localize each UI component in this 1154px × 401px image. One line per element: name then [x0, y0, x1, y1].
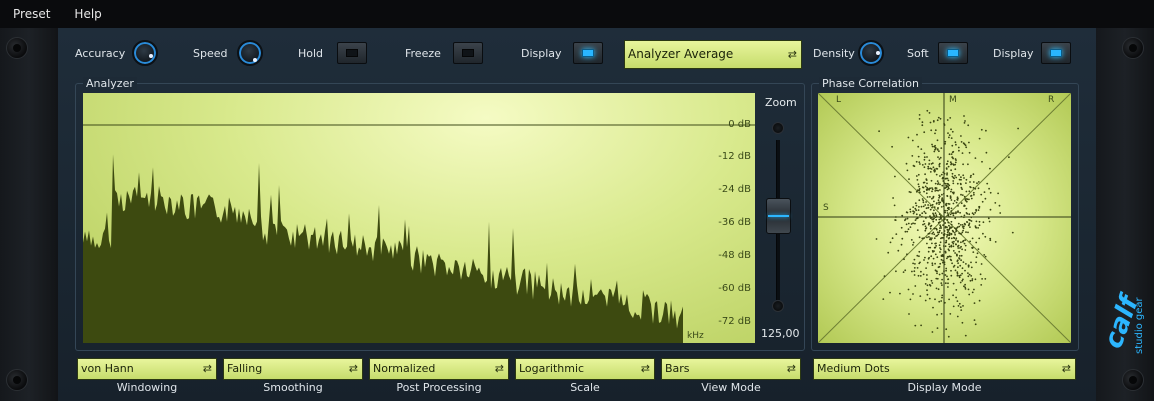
- windowing-value: von Hann: [81, 362, 134, 375]
- scale-select[interactable]: Logarithmic ⇄: [515, 358, 655, 380]
- phase-scope-graph: [818, 93, 1071, 343]
- phase-label-m: M: [949, 95, 957, 105]
- phase-display-toggle-button[interactable]: [1041, 42, 1071, 64]
- zoom-bottom-cap: [772, 300, 784, 312]
- hold-button[interactable]: [337, 42, 367, 64]
- freeze-label: Freeze: [405, 47, 441, 60]
- view-mode-value: Bars: [665, 362, 690, 375]
- soft-label: Soft: [907, 47, 929, 60]
- freeze-button[interactable]: [453, 42, 483, 64]
- scale-value: Logarithmic: [519, 362, 585, 375]
- view-mode-label: View Mode: [701, 381, 761, 394]
- zoom-label: Zoom: [765, 96, 797, 109]
- swap-arrows-icon: ⇄: [348, 362, 358, 375]
- smoothing-select[interactable]: Falling ⇄: [223, 358, 363, 380]
- display2-label: Display: [993, 47, 1034, 60]
- screw-icon: [1122, 369, 1144, 391]
- smoothing-label: Smoothing: [263, 381, 323, 394]
- zoom-slider-handle[interactable]: [766, 198, 791, 234]
- display-mode-value: Medium Dots: [817, 362, 890, 375]
- post-processing-select[interactable]: Normalized ⇄: [369, 358, 509, 380]
- density-label: Density: [813, 47, 855, 60]
- view-mode-select[interactable]: Bars ⇄: [661, 358, 801, 380]
- rack-rail-left: [0, 28, 58, 401]
- screw-icon: [1122, 37, 1144, 59]
- spectrum-display: 0 dB -12 dB -24 dB -36 dB -48 dB -60 dB …: [83, 93, 755, 343]
- post-processing-value: Normalized: [373, 362, 436, 375]
- speed-label: Speed: [193, 47, 228, 60]
- swap-arrows-icon: ⇄: [494, 362, 504, 375]
- phase-title: Phase Correlation: [819, 77, 922, 90]
- swap-arrows-icon: ⇄: [640, 362, 650, 375]
- soft-toggle-button[interactable]: [938, 42, 968, 64]
- db-tick-4: -48 dB: [718, 250, 751, 261]
- display-mode-select[interactable]: Medium Dots ⇄: [813, 358, 1076, 380]
- display-label: Display: [521, 47, 562, 60]
- zoom-value: 125,00%: [761, 327, 799, 340]
- analyzer-mode-select[interactable]: Analyzer Average ⇄: [624, 40, 802, 69]
- screw-icon: [6, 369, 28, 391]
- db-tick-5: -60 dB: [718, 283, 751, 294]
- smoothing-value: Falling: [227, 362, 263, 375]
- swap-arrows-icon: ⇄: [1061, 362, 1071, 375]
- windowing-select[interactable]: von Hann ⇄: [77, 358, 217, 380]
- screw-icon: [6, 37, 28, 59]
- swap-arrows-icon: ⇄: [202, 362, 212, 375]
- calf-logo: calf studio gear: [1098, 262, 1148, 362]
- svg-text:studio gear: studio gear: [1134, 296, 1145, 354]
- density-knob[interactable]: [858, 40, 884, 66]
- phase-scope-display: L M R S: [818, 93, 1071, 343]
- khz-label: kHz: [687, 331, 704, 341]
- db-tick-1: -12 dB: [718, 151, 751, 162]
- accuracy-label: Accuracy: [75, 47, 126, 60]
- db-tick-2: -24 dB: [718, 184, 751, 195]
- db-tick-0: 0 dB: [728, 119, 751, 130]
- hold-label: Hold: [298, 47, 324, 60]
- post-processing-label: Post Processing: [396, 381, 482, 394]
- db-tick-6: -72 dB: [718, 316, 751, 327]
- swap-arrows-icon: ⇄: [786, 362, 796, 375]
- display-mode-label: Display Mode: [907, 381, 982, 394]
- phase-label-r: R: [1048, 95, 1055, 105]
- db-tick-3: -36 dB: [718, 217, 751, 228]
- display-toggle-button[interactable]: [573, 42, 603, 64]
- phase-label-l: L: [836, 95, 842, 105]
- menu-preset[interactable]: Preset: [13, 7, 50, 21]
- menu-bar: Preset Help: [0, 0, 1154, 28]
- analyzer-mode-value: Analyzer Average: [628, 47, 734, 61]
- analyzer-title: Analyzer: [83, 77, 137, 90]
- windowing-label: Windowing: [116, 381, 178, 394]
- scale-label: Scale: [570, 381, 600, 394]
- zoom-top-cap: [772, 122, 784, 134]
- phase-label-s: S: [823, 203, 829, 213]
- phase-dots: [875, 109, 1019, 338]
- spectrum-graph: [83, 124, 755, 343]
- swap-arrows-icon: ⇄: [787, 48, 797, 61]
- speed-knob[interactable]: [237, 40, 263, 66]
- accuracy-knob[interactable]: [132, 40, 158, 66]
- spectrum-bars: [83, 154, 683, 343]
- calf-logo-icon: calf studio gear: [1098, 289, 1146, 354]
- menu-help[interactable]: Help: [74, 7, 101, 21]
